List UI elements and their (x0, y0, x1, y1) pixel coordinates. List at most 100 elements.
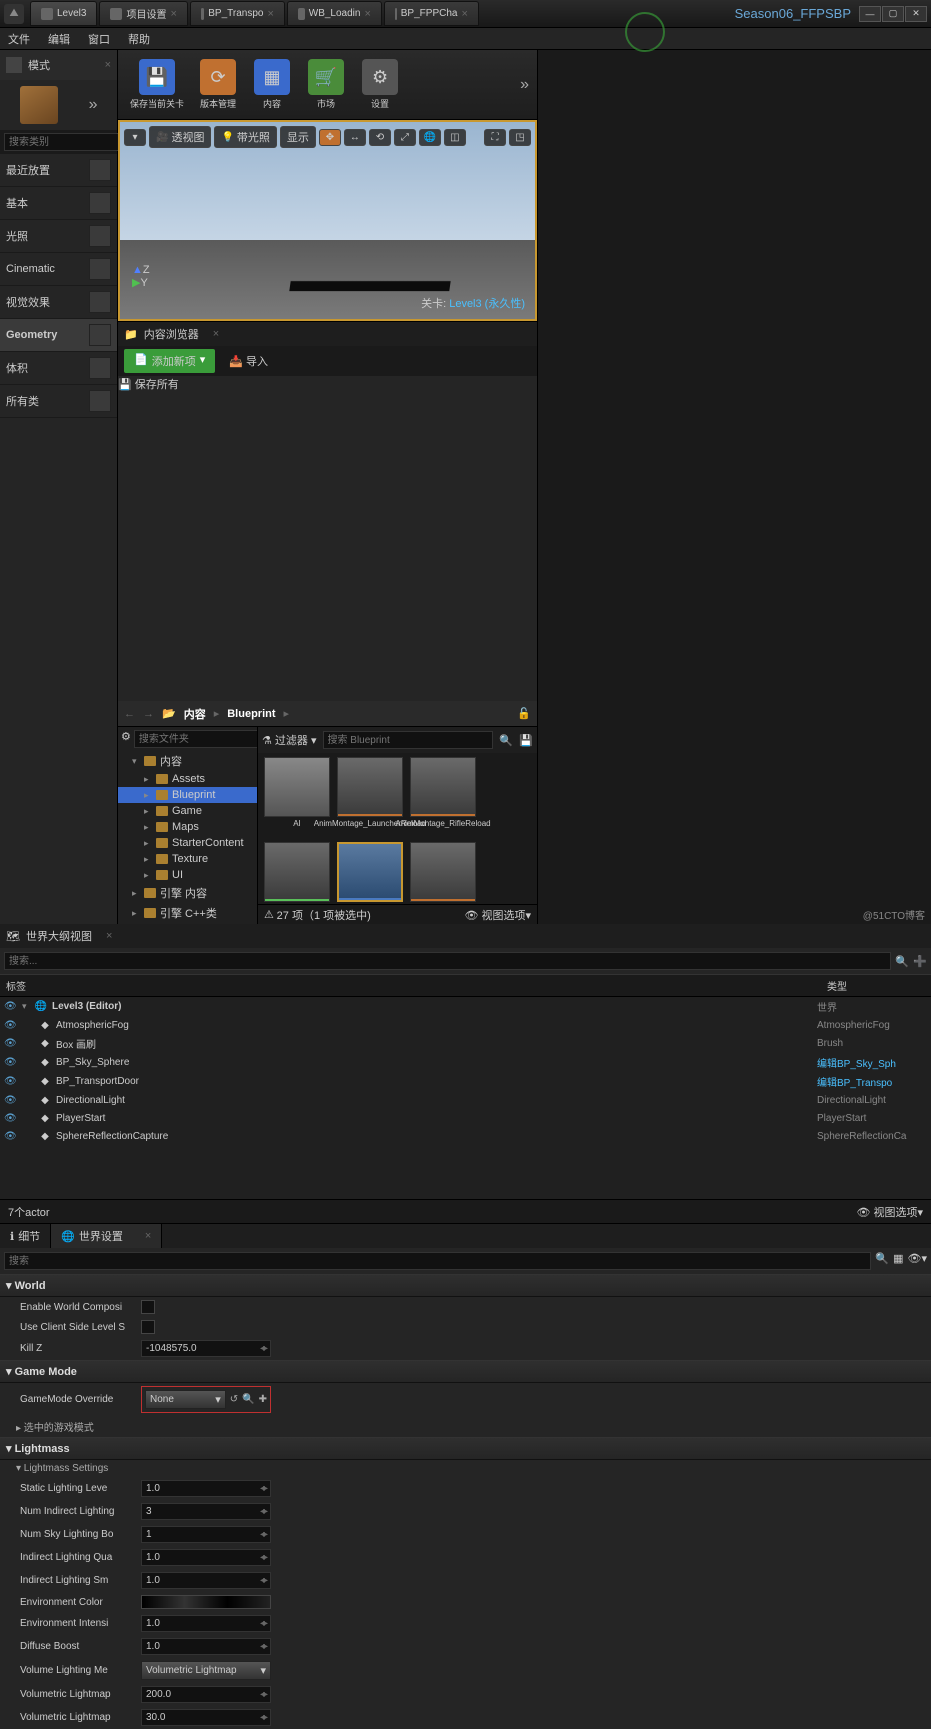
add-icon[interactable]: ➕ (913, 955, 927, 968)
tree-item[interactable]: ▸UI (118, 867, 257, 883)
menu-item[interactable]: 窗口 (88, 31, 110, 47)
asset-item[interactable]: BlendSpace_RoberRotate (262, 842, 332, 904)
outliner-row[interactable]: 👁◆DirectionalLightDirectionalLight (0, 1091, 931, 1109)
tree-item[interactable]: ▸StarterContent (118, 835, 257, 851)
content-browser-tab[interactable]: 📁 内容浏览器× (118, 322, 537, 346)
reset-icon[interactable]: ↺ (230, 1394, 238, 1405)
toolbar-button[interactable]: ⟳版本管理 (194, 55, 242, 114)
view-options-button[interactable]: 👁 视图选项▾ (856, 1204, 923, 1220)
number-field[interactable]: 1◂▸ (141, 1526, 271, 1543)
gamemode-dropdown[interactable]: None ▾ (145, 1390, 226, 1409)
place-mode-icon[interactable] (20, 86, 58, 124)
tree-item[interactable]: ▾内容 (118, 751, 257, 771)
number-field[interactable]: 1.0◂▸ (141, 1638, 271, 1655)
number-field[interactable]: 1.0◂▸ (141, 1549, 271, 1566)
add-icon[interactable]: ✚ (259, 1394, 267, 1405)
browse-icon[interactable]: 🔍 (242, 1394, 254, 1405)
col-type[interactable]: 类型 (821, 975, 931, 996)
vp-lit-button[interactable]: 💡 带光照 (214, 126, 276, 148)
detail-category[interactable]: ▾ World (0, 1274, 931, 1297)
tree-item[interactable]: ▸Blueprint (118, 787, 257, 803)
outliner-row[interactable]: 👁◆Box 画刷Brush (0, 1034, 931, 1053)
mode-category[interactable]: 所有类 (0, 385, 117, 418)
tab-details[interactable]: ℹ 细节 (0, 1224, 51, 1248)
eye-icon[interactable]: 👁▾ (908, 1252, 928, 1270)
number-field[interactable]: 1.0◂▸ (141, 1615, 271, 1632)
vp-translate-icon[interactable]: ↔ (344, 129, 366, 146)
number-field[interactable]: -1048575.0◂▸ (141, 1340, 271, 1357)
tree-item[interactable]: ▸Assets (118, 771, 257, 787)
mode-category[interactable]: Geometry (0, 319, 117, 352)
maximize-button[interactable]: ▢ (882, 6, 904, 22)
vp-max-icon[interactable]: ⛶ (484, 129, 506, 146)
tree-item[interactable]: ▸引擎 C++类 (118, 903, 257, 923)
vp-scale-icon[interactable]: ⤢ (394, 129, 416, 146)
asset-item[interactable]: AnimMontage_RifleReload (408, 757, 478, 839)
vp-select-icon[interactable]: ✥ (319, 129, 341, 146)
tab-world-settings[interactable]: 🌐 世界设置× (51, 1224, 162, 1248)
save-icon[interactable]: 💾 (519, 734, 533, 747)
outliner-row[interactable]: 👁◆AtmosphericFogAtmosphericFog (0, 1016, 931, 1034)
detail-category[interactable]: ▾ Lightmass (0, 1437, 931, 1460)
search-icon[interactable]: 🔍 (895, 955, 909, 968)
tree-item[interactable]: ▸Texture (118, 851, 257, 867)
filter-icon[interactable]: ⚙ (121, 730, 131, 748)
minimize-button[interactable]: — (859, 6, 881, 22)
modes-tab[interactable]: 模式 × (0, 50, 117, 80)
number-field[interactable]: 1.0◂▸ (141, 1572, 271, 1589)
vp-snap-icon[interactable]: ◫ (444, 129, 466, 146)
col-label[interactable]: 标签 (0, 975, 821, 996)
folder-search-input[interactable] (134, 730, 258, 748)
level-viewport[interactable]: ▾ 🎥 透视图 💡 带光照 显示 ✥ ↔ ⟲ ⤢ 🌐 ◫ ⛶ ◳ ▲Z ▶Y 关… (118, 120, 537, 321)
tree-item[interactable]: ▸Game (118, 803, 257, 819)
menu-item[interactable]: 文件 (8, 31, 30, 47)
mode-category[interactable]: 体积 (0, 352, 117, 385)
document-tab[interactable]: BP_Transpo × (190, 1, 285, 26)
vp-menu-button[interactable]: ▾ (124, 129, 146, 146)
outliner-tab[interactable]: 🗺 世界大纲视图× (0, 924, 931, 948)
tree-item[interactable]: ▸Maps (118, 819, 257, 835)
mode-category[interactable]: 最近放置 (0, 154, 117, 187)
toolbar-button[interactable]: ⚙设置 (356, 55, 404, 114)
expand-modes-icon[interactable]: » (89, 96, 98, 114)
checkbox[interactable] (141, 1320, 155, 1334)
document-tab[interactable]: Level3 (30, 1, 97, 26)
vp-cam-icon[interactable]: ◳ (509, 129, 531, 146)
vp-perspective-button[interactable]: 🎥 透视图 (149, 126, 211, 148)
add-new-button[interactable]: 📄 添加新项 ▾ (124, 349, 215, 373)
color-picker[interactable] (141, 1595, 271, 1609)
outliner-row[interactable]: 👁◆BP_TransportDoor编辑BP_Transpo (0, 1072, 931, 1091)
asset-item[interactable]: BP_FPPCharacter (335, 842, 405, 904)
lock-icon[interactable]: 🔓 (517, 707, 531, 720)
toolbar-overflow-icon[interactable]: » (520, 76, 529, 94)
filters-button[interactable]: ⚗ 过滤器 ▾ (262, 732, 317, 748)
menu-item[interactable]: 编辑 (48, 31, 70, 47)
grid-icon[interactable]: ▦ (893, 1252, 903, 1270)
outliner-row[interactable]: 👁◆PlayerStartPlayerStart (0, 1109, 931, 1127)
number-field[interactable]: 1.0◂▸ (141, 1480, 271, 1497)
mode-category[interactable]: 视觉效果 (0, 286, 117, 319)
toolbar-button[interactable]: 🛒市场 (302, 55, 350, 114)
document-tab[interactable]: 项目设置 × (99, 1, 187, 26)
mode-category[interactable]: 光照 (0, 220, 117, 253)
folder-icon[interactable]: 📂 (162, 707, 176, 720)
fwd-icon[interactable]: → (143, 708, 154, 720)
save-all-button[interactable]: 💾 保存所有 (118, 376, 537, 392)
number-field[interactable]: 200.0◂▸ (141, 1686, 271, 1703)
breadcrumb[interactable]: 内容 (184, 706, 206, 722)
vp-show-button[interactable]: 显示 (280, 126, 316, 148)
tree-item[interactable]: ▸引擎 内容 (118, 883, 257, 903)
close-button[interactable]: ✕ (905, 6, 927, 22)
mode-category[interactable]: 基本 (0, 187, 117, 220)
outliner-search-input[interactable] (4, 952, 891, 970)
menu-item[interactable]: 帮助 (128, 31, 150, 47)
detail-category[interactable]: ▾ Game Mode (0, 1360, 931, 1383)
document-tab[interactable]: WB_Loadin × (287, 1, 382, 26)
import-button[interactable]: 📥 导入 (229, 353, 268, 369)
back-icon[interactable]: ← (124, 708, 135, 720)
mode-category[interactable]: Cinematic (0, 253, 117, 286)
outliner-row[interactable]: 👁◆BP_Sky_Sphere编辑BP_Sky_Sph (0, 1053, 931, 1072)
outliner-row[interactable]: 👁◆SphereReflectionCaptureSphereReflectio… (0, 1127, 931, 1145)
toolbar-button[interactable]: ▦内容 (248, 55, 296, 114)
number-field[interactable]: 3◂▸ (141, 1503, 271, 1520)
